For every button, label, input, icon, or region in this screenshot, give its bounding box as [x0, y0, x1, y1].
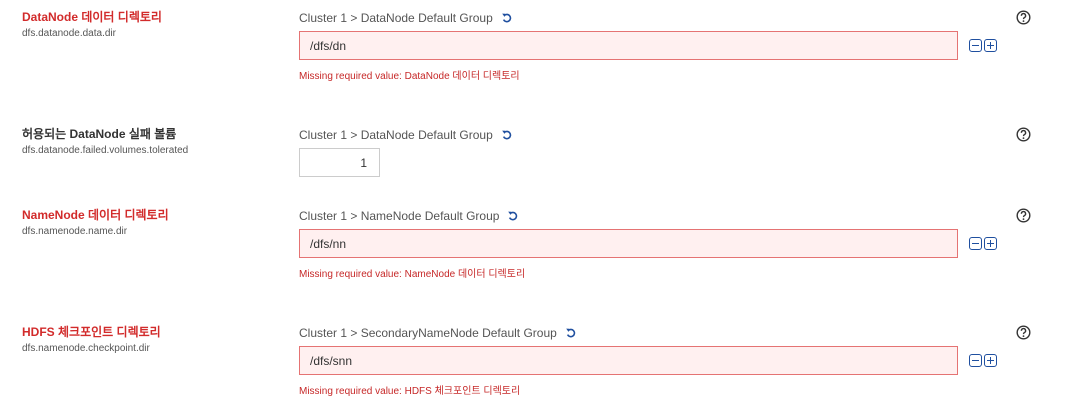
value-controls [969, 354, 999, 367]
input-wrap [299, 31, 999, 60]
group-line: Cluster 1 > SecondaryNameNode Default Gr… [299, 325, 999, 341]
help-icon[interactable] [1016, 10, 1031, 25]
checkpoint-dir-input[interactable] [299, 346, 958, 375]
help-icon[interactable] [1016, 208, 1031, 223]
undo-icon[interactable] [507, 210, 519, 222]
input-wrap [299, 229, 999, 258]
config-value: Cluster 1 > DataNode Default Group [299, 127, 999, 177]
plus-box-icon[interactable] [984, 354, 997, 367]
config-property-name: dfs.datanode.failed.volumes.tolerated [22, 145, 189, 156]
config-property-name: dfs.namenode.name.dir [22, 226, 128, 237]
plus-box-icon[interactable] [984, 39, 997, 52]
config-property-name: dfs.datanode.data.dir [22, 28, 116, 39]
config-label: DataNode 데이터 디렉토리 dfs.datanode.data.dir [22, 9, 282, 41]
config-page: DataNode 데이터 디렉토리 dfs.datanode.data.dir … [0, 0, 1074, 417]
value-controls [969, 237, 999, 250]
namenode-name-dir-input[interactable] [299, 229, 958, 258]
group-line: Cluster 1 > NameNode Default Group [299, 208, 999, 224]
config-property-name: dfs.namenode.checkpoint.dir [22, 343, 150, 354]
minus-box-icon[interactable] [969, 237, 982, 250]
datanode-data-dir-input[interactable] [299, 31, 958, 60]
undo-icon[interactable] [501, 129, 513, 141]
group-label: Cluster 1 > NameNode Default Group [299, 209, 500, 223]
config-value: Cluster 1 > DataNode Default Group Missi… [299, 10, 999, 84]
group-label: Cluster 1 > SecondaryNameNode Default Gr… [299, 326, 557, 340]
value-controls [969, 39, 999, 52]
config-value: Cluster 1 > SecondaryNameNode Default Gr… [299, 325, 999, 399]
validation-error: Missing required value: HDFS 체크포인트 디렉토리 [299, 386, 521, 397]
undo-icon[interactable] [501, 12, 513, 24]
config-display-name: 허용되는 DataNode 실패 볼륨 [22, 127, 177, 141]
undo-icon[interactable] [565, 327, 577, 339]
group-line: Cluster 1 > DataNode Default Group [299, 10, 999, 26]
input-wrap [299, 346, 999, 375]
config-value: Cluster 1 > NameNode Default Group Missi… [299, 208, 999, 282]
failed-volumes-input[interactable] [299, 148, 380, 177]
minus-box-icon[interactable] [969, 354, 982, 367]
config-label: HDFS 체크포인트 디렉토리 dfs.namenode.checkpoint.… [22, 324, 282, 356]
help-icon[interactable] [1016, 127, 1031, 142]
validation-error: Missing required value: NameNode 데이터 디렉토… [299, 269, 526, 280]
plus-box-icon[interactable] [984, 237, 997, 250]
minus-box-icon[interactable] [969, 39, 982, 52]
group-label: Cluster 1 > DataNode Default Group [299, 11, 493, 25]
group-line: Cluster 1 > DataNode Default Group [299, 127, 999, 143]
config-display-name: HDFS 체크포인트 디렉토리 [22, 325, 161, 339]
validation-error: Missing required value: DataNode 데이터 디렉토… [299, 71, 520, 82]
config-display-name: DataNode 데이터 디렉토리 [22, 10, 162, 24]
input-wrap [299, 148, 999, 177]
config-label: NameNode 데이터 디렉토리 dfs.namenode.name.dir [22, 207, 282, 239]
config-label: 허용되는 DataNode 실패 볼륨 dfs.datanode.failed.… [22, 126, 282, 158]
config-display-name: NameNode 데이터 디렉토리 [22, 208, 169, 222]
group-label: Cluster 1 > DataNode Default Group [299, 128, 493, 142]
help-icon[interactable] [1016, 325, 1031, 340]
